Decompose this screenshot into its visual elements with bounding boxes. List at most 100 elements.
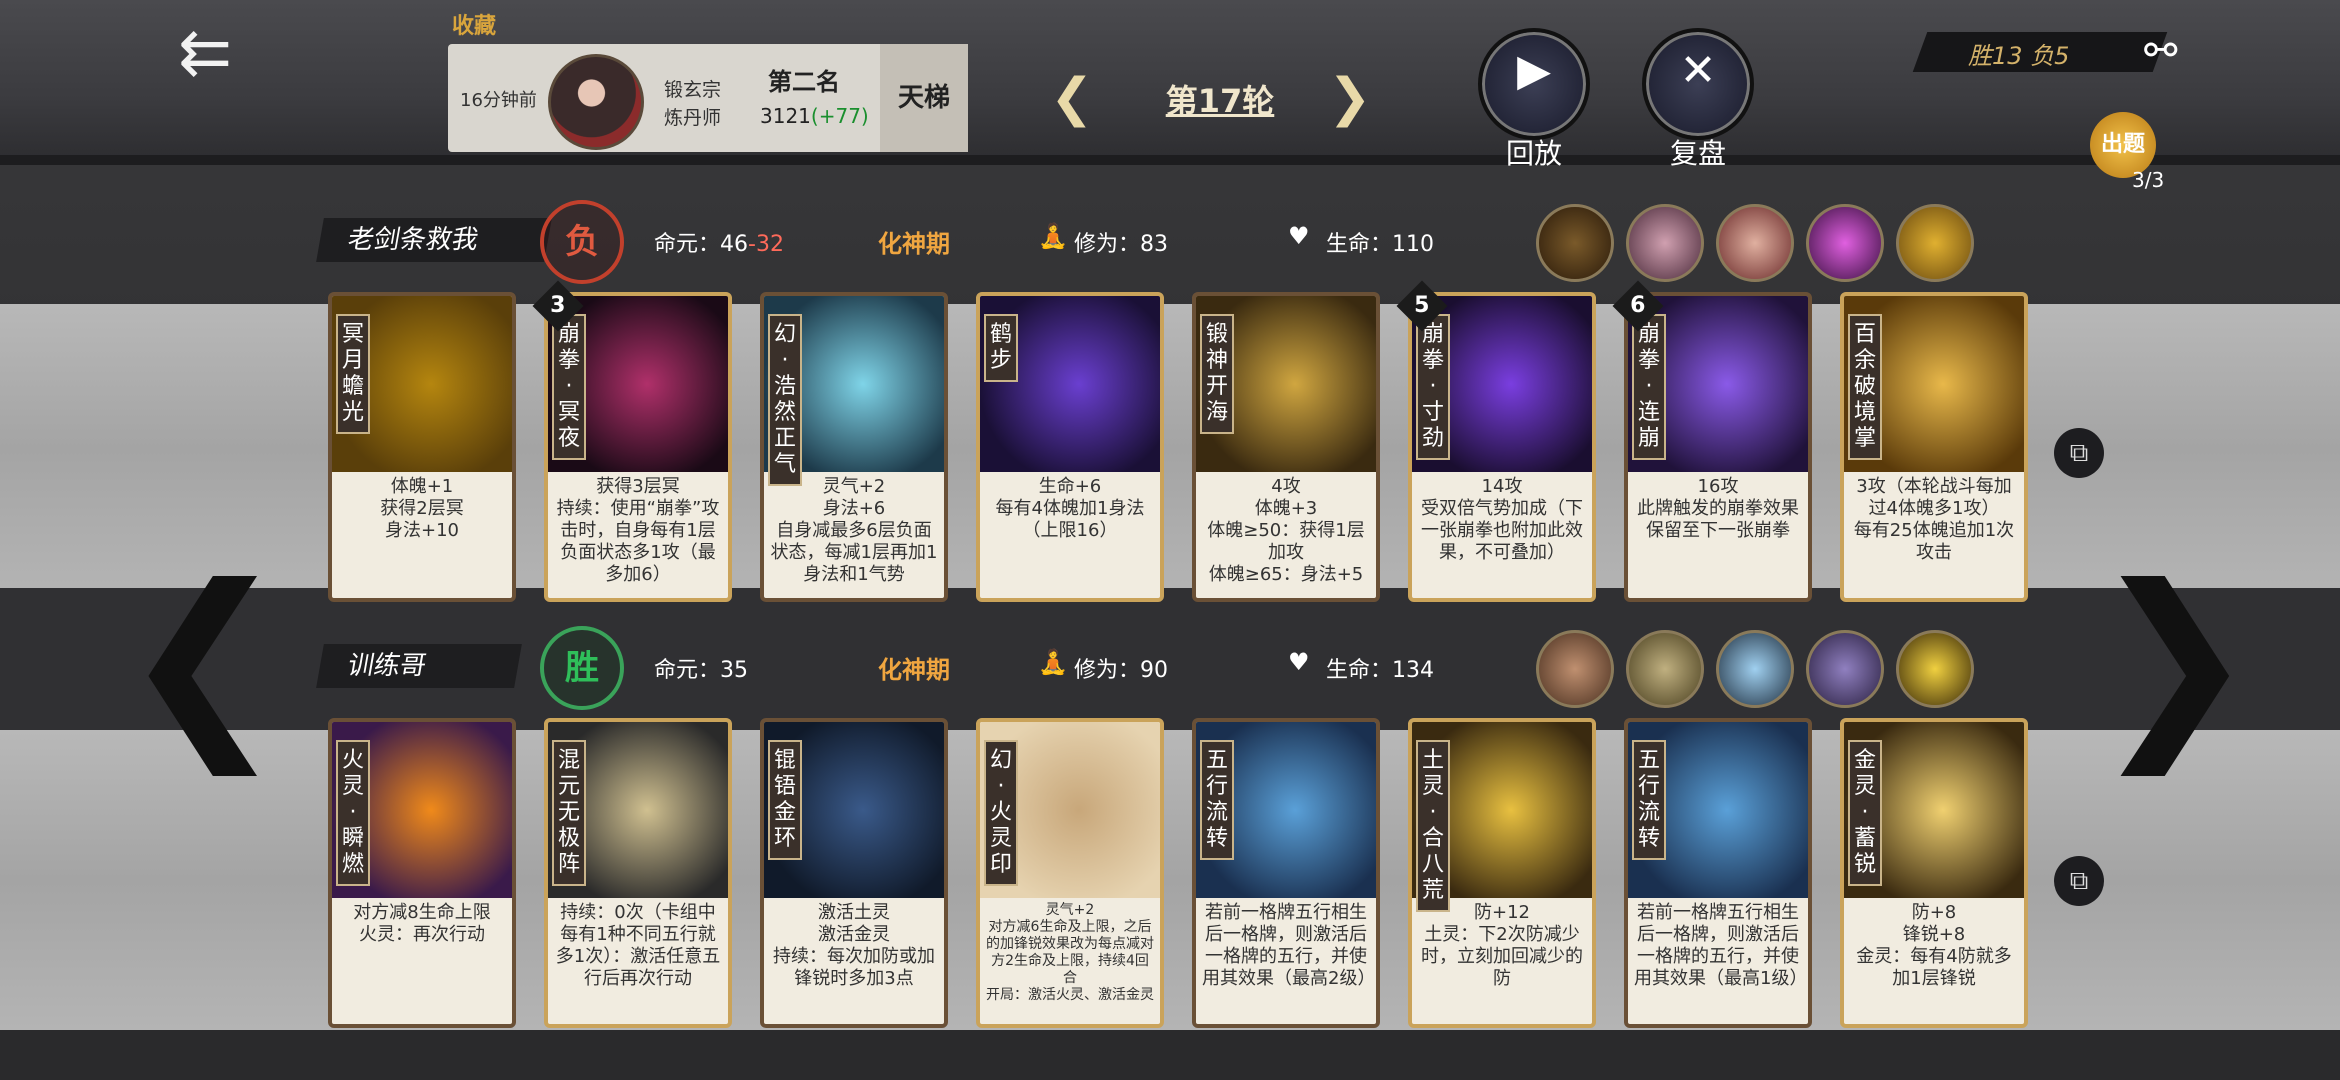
fate-icon-1[interactable] [1536,204,1614,282]
card-description: 3攻（本轮战斗每加过4体魄多1攻） 每有25体魄追加1次攻击 [1853,476,2015,563]
card-title: 崩 拳 · 连 崩 [1632,314,1666,460]
card-description: 获得3层冥 持续：使用“崩拳”攻击时，自身每有1层负面状态多1攻（最多加6） [556,476,720,585]
card-description: 持续：0次（卡组中每有1种不同五行就多1次）：激活任意五行后再次行动 [555,902,721,989]
next-arrow-icon[interactable]: ❯ [2090,560,2258,760]
ladder-tab[interactable]: 天梯 [880,44,968,152]
round-label[interactable]: 第17轮 [1120,76,1320,122]
card-title: 土 灵 · 合 八 荒 [1416,740,1450,912]
card-description: 灵气+2 身法+6 自身减最多6层负面状态，每减1层再加1身法和1气势 [770,476,938,585]
card-description: 对方减8生命上限 火灵：再次行动 [353,902,491,945]
review-label: 复盘 [1669,137,1726,170]
life-label: 命元： [654,232,721,257]
record-score: 3121(+77) [760,104,869,128]
card[interactable]: 五 行 流 转若前一格牌五行相生后一格牌，则激活后一格牌的五行，并使用其效果（最… [1624,718,1812,1028]
result-badge-lose: 负 [540,200,624,284]
card-title: 混 元 无 极 阵 [552,740,586,886]
card-description: 激活土灵 激活金灵 持续：每次加防或加锋锐时多加3点 [773,902,935,989]
record-rank: 第二名 [768,68,840,96]
copy-icon[interactable]: ⧉ [2054,856,2104,906]
life-value: 35 [720,658,749,683]
card[interactable]: 五 行 流 转若前一格牌五行相生后一格牌，则激活后一格牌的五行，并使用其效果（最… [1192,718,1380,1028]
card[interactable]: 混 元 无 极 阵持续：0次（卡组中每有1种不同五行就多1次）：激活任意五行后再… [544,718,732,1028]
hp-stat-1: 生命：110 [1326,226,1434,258]
card-title: 火 灵 · 瞬 燃 [336,740,370,886]
hp-value: 110 [1392,232,1435,257]
card[interactable]: 崩 拳 · 连 崩 16攻 此牌触发的崩拳效果保留至下一张崩拳 [1624,292,1812,602]
life-stat-1: 命元：46-32 [654,226,784,258]
card[interactable]: 幻 · 浩 然 正 气灵气+2 身法+6 自身减最多6层负面状态，每减1层再加1… [760,292,948,602]
life-label: 命元： [654,658,721,683]
card-description: 体魄+1 获得2层冥 身法+10 [380,476,464,541]
cultivation-stat-2: 修为：90 [1074,652,1168,684]
realm-1: 化神期 [878,230,950,258]
cultivation-value: 90 [1140,658,1169,683]
cultivation-label: 修为： [1074,232,1141,257]
fate-icon-6[interactable] [1536,630,1614,708]
record-profession: 炼丹师 [664,107,722,129]
meditation-icon: 🧘 [1038,648,1068,676]
hp-label: 生命： [1326,232,1393,257]
realm-2: 化神期 [878,656,950,684]
win-loss-text: 胜13 负5 [1968,42,2070,70]
record-time: 16分钟前 [460,90,537,111]
replay-button[interactable]: ▶ 回放 [1478,28,1590,170]
heart-flame-icon: ♥ [1288,648,1310,676]
hp-label: 生命： [1326,658,1393,683]
fate-icon-9[interactable] [1806,630,1884,708]
fate-icon-10[interactable] [1896,630,1974,708]
card[interactable]: 百 余 破 境 掌 3攻（本轮战斗每加过4体魄多1攻） 每有25体魄追加1次攻击 [1840,292,2028,602]
review-button[interactable]: ✕ 复盘 [1642,28,1754,170]
card-description: 生命+6 每有4体魄加1身法（上限16） [995,476,1145,541]
card-title: 崩 拳 · 冥 夜 [552,314,586,460]
card-description: 16攻 此牌触发的崩拳效果保留至下一张崩拳 [1637,476,1799,541]
cultivation-label: 修为： [1074,658,1141,683]
player-name-2: 训练哥 [316,644,522,688]
next-round-icon[interactable]: ❯ [1328,72,1372,124]
replay-label: 回放 [1505,137,1562,170]
score-delta: (+77) [810,104,869,128]
card[interactable]: 土 灵 · 合 八 荒防+12 土灵：下2次防减少时，立刻加回减少的防 [1408,718,1596,1028]
card-title: 百 余 破 境 掌 [1848,314,1882,460]
card[interactable]: 锟 铻 金 环激活土灵 激活金灵 持续：每次加防或加锋锐时多加3点 [760,718,948,1028]
fate-icon-3[interactable] [1716,204,1794,282]
card-title: 金 灵 · 蓄 锐 [1848,740,1882,886]
card[interactable]: 崩 拳 · 冥 夜获得3层冥 持续：使用“崩拳”攻击时，自身每有1层负面状态多1… [544,292,732,602]
share-icon[interactable]: ⚯ [2144,28,2204,88]
fate-icon-7[interactable] [1626,630,1704,708]
card-title: 锻 神 开 海 [1200,314,1234,434]
record-sect: 锻玄宗 炼丹师 [664,76,721,132]
fate-icon-5[interactable] [1896,204,1974,282]
card-title: 冥 月 蟾 光 [336,314,370,434]
card-level-value: 5 [1414,293,1430,318]
card-title: 锟 铻 金 环 [768,740,802,860]
prev-arrow-icon[interactable]: ❮ [120,560,288,760]
card-title: 五 行 流 转 [1200,740,1234,860]
favorite-label[interactable]: 收藏 [452,8,496,40]
card[interactable]: 金 灵 · 蓄 锐防+8 锋锐+8 金灵：每有4防就多加1层锋锐 [1840,718,2028,1028]
card[interactable]: 火 灵 · 瞬 燃对方减8生命上限 火灵：再次行动 [328,718,516,1028]
card-level-value: 3 [550,293,566,318]
card-description: 若前一格牌五行相生后一格牌，则激活后一格牌的五行，并使用其效果（最高2级） [1202,902,1376,989]
card-description: 防+8 锋锐+8 金灵：每有4防就多加1层锋锐 [1856,902,2012,989]
fate-icon-2[interactable] [1626,204,1704,282]
prev-round-icon[interactable]: ❮ [1050,72,1094,124]
back-icon[interactable]: ⇇ [160,18,250,88]
card-title: 崩 拳 · 寸 劲 [1416,314,1450,460]
heart-flame-icon: ♥ [1288,222,1310,250]
life-stat-2: 命元：35 [654,652,748,684]
play-icon: ▶ [1517,45,1551,96]
fate-icon-4[interactable] [1806,204,1884,282]
card[interactable]: 冥 月 蟾 光体魄+1 获得2层冥 身法+10 [328,292,516,602]
card[interactable]: 鹤 步生命+6 每有4体魄加1身法（上限16） [976,292,1164,602]
card[interactable]: 崩 拳 · 寸 劲 14攻 受双倍气势加成（下一张崩拳也附加此效果，不可叠加） [1408,292,1596,602]
card[interactable]: 锻 神 开 海 4攻 体魄+3 体魄≥50：获得1层加攻 体魄≥65：身法+5 [1192,292,1380,602]
quiz-count: 3/3 [2132,168,2165,192]
card[interactable]: 幻 · 火 灵 印灵气+2 对方减6生命及上限，之后的加锋锐效果改为每点减对方2… [976,718,1164,1028]
fate-icon-8[interactable] [1716,630,1794,708]
card-title: 幻 · 火 灵 印 [984,740,1018,886]
card-title: 五 行 流 转 [1632,740,1666,860]
record-sect-name: 锻玄宗 [664,79,722,101]
life-value: 46 [720,232,749,257]
copy-icon[interactable]: ⧉ [2054,428,2104,478]
result-badge-win: 胜 [540,626,624,710]
